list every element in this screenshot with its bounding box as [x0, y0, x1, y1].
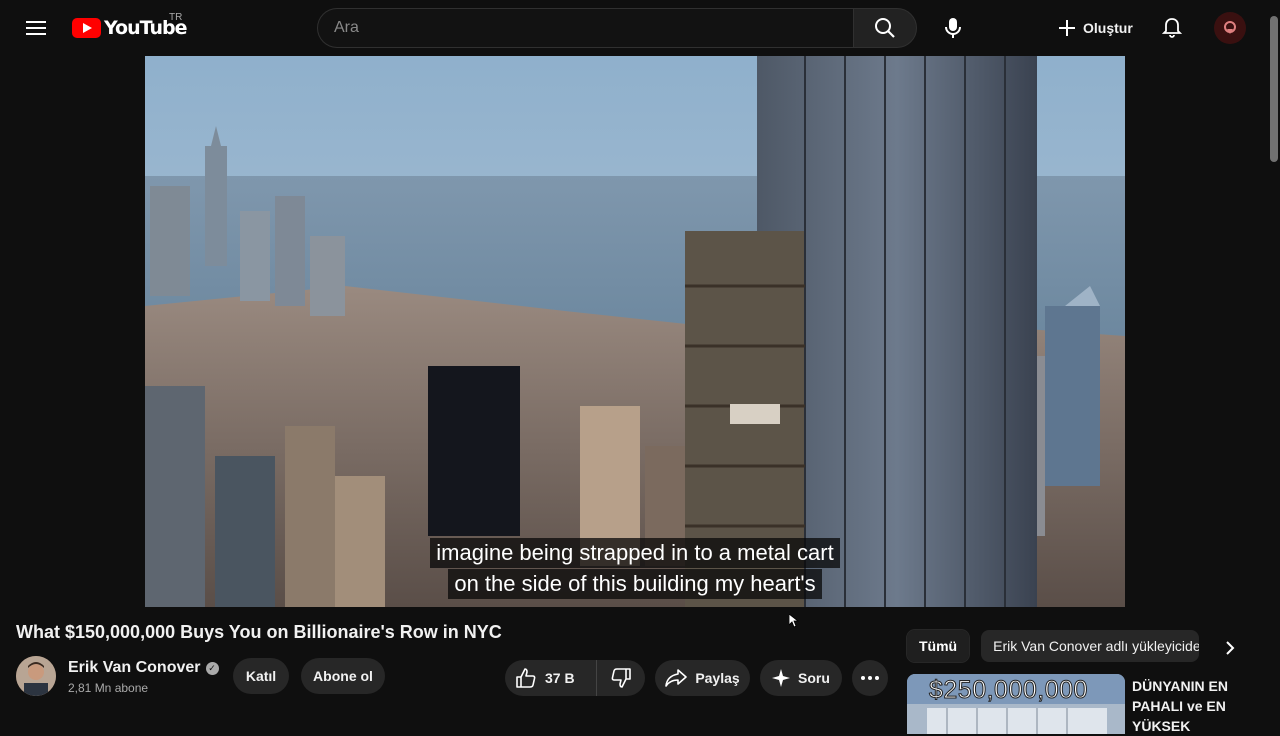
chevron-right-icon	[1226, 641, 1235, 655]
channel-avatar[interactable]	[16, 656, 56, 696]
youtube-logo[interactable]: YouTube TR	[72, 12, 187, 41]
microphone-icon	[945, 18, 961, 38]
thumbs-down-icon	[611, 668, 631, 688]
share-label: Paylaş	[695, 670, 740, 686]
ask-button[interactable]: Soru	[760, 660, 842, 696]
thumbs-up-icon	[516, 668, 536, 688]
more-horizontal-icon	[861, 676, 879, 680]
create-button[interactable]: Oluştur	[1045, 8, 1145, 48]
create-label: Oluştur	[1083, 20, 1133, 36]
more-actions-button[interactable]	[852, 660, 888, 696]
account-avatar[interactable]	[1214, 12, 1246, 44]
verified-icon: ✓	[205, 661, 219, 675]
page-scrollbar[interactable]	[1270, 16, 1278, 162]
avatar-icon	[1224, 21, 1236, 34]
hamburger-icon	[26, 21, 46, 35]
bell-icon	[1162, 18, 1182, 38]
filter-chips: Tümü Erik Van Conover adlı yükleyiciden	[905, 629, 1200, 664]
like-dislike-group: 37 B	[505, 660, 645, 696]
subscribe-button[interactable]: Abone ol	[301, 658, 385, 694]
subscriber-count: 2,81 Mn abone	[68, 681, 149, 695]
chips-next-button[interactable]	[1214, 632, 1246, 664]
video-frame	[145, 56, 1125, 607]
captions: imagine being strapped in to a metal car…	[145, 538, 1125, 599]
join-label: Katıl	[245, 668, 277, 684]
channel-name[interactable]: Erik Van Conover ✓	[68, 659, 219, 677]
ask-label: Soru	[798, 670, 830, 686]
mouse-cursor-icon	[789, 614, 799, 628]
like-count: 37 B	[545, 670, 575, 686]
voice-search-button[interactable]	[933, 8, 973, 48]
channel-avatar-icon	[16, 656, 56, 696]
masthead: YouTube TR Oluştur	[0, 0, 1280, 56]
chip-all[interactable]: Tümü	[905, 629, 971, 663]
search-box	[317, 8, 917, 48]
like-button[interactable]: 37 B	[505, 660, 597, 696]
video-player[interactable]: imagine being strapped in to a metal car…	[145, 56, 1125, 607]
sparkle-icon	[772, 669, 791, 687]
search-button[interactable]	[853, 8, 917, 48]
country-code: TR	[169, 12, 183, 23]
thumbnail-text: $250,000,000	[929, 676, 1088, 705]
recommendation-title[interactable]: DÜNYANIN EN PAHALI ve EN YÜKSEK	[1132, 676, 1252, 736]
search-icon	[875, 18, 895, 38]
play-logo-icon	[72, 18, 101, 38]
video-title: What $150,000,000 Buys You on Billionair…	[16, 622, 502, 642]
notifications-button[interactable]	[1152, 8, 1192, 48]
channel-name-text: Erik Van Conover	[68, 659, 201, 676]
plus-icon	[1059, 20, 1075, 36]
share-button[interactable]: Paylaş	[655, 660, 750, 696]
join-button[interactable]: Katıl	[233, 658, 289, 694]
subscribe-label: Abone ol	[313, 668, 373, 684]
caption-line: imagine being strapped in to a metal car…	[430, 538, 840, 568]
caption-line: on the side of this building my heart's	[448, 569, 822, 599]
share-icon	[665, 669, 688, 687]
chip-from-uploader[interactable]: Erik Van Conover adlı yükleyiciden	[981, 630, 1200, 662]
menu-button[interactable]	[20, 12, 52, 44]
search-input[interactable]	[317, 8, 854, 48]
recommendation-thumbnail[interactable]: $250,000,000	[907, 674, 1125, 734]
dislike-button[interactable]	[597, 660, 645, 696]
